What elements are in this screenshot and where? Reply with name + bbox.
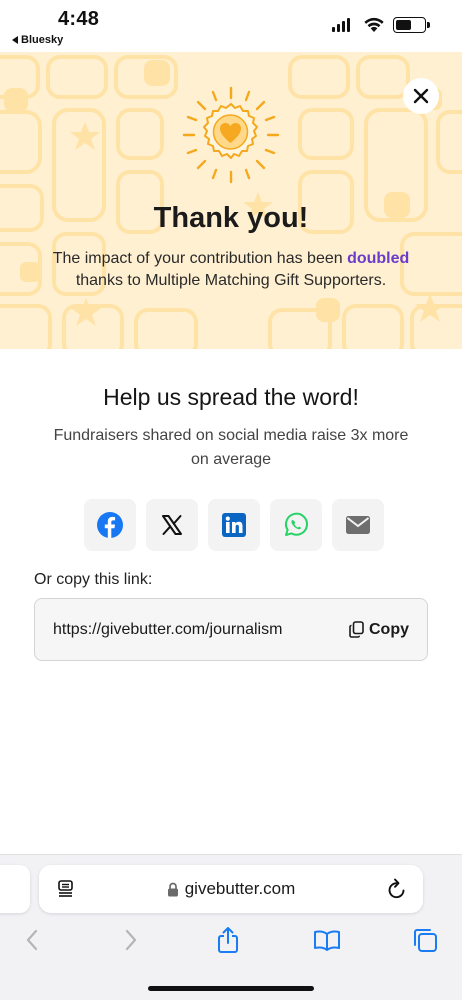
forward-icon bbox=[125, 929, 137, 951]
share-whatsapp-button[interactable] bbox=[270, 499, 322, 551]
facebook-icon bbox=[97, 512, 123, 538]
close-button[interactable] bbox=[403, 78, 439, 114]
home-indicator[interactable] bbox=[148, 986, 314, 991]
bookmarks-icon bbox=[314, 930, 340, 951]
share-email-button[interactable] bbox=[332, 499, 384, 551]
lock-icon bbox=[167, 882, 178, 896]
tabs-icon bbox=[414, 929, 437, 952]
envelope-icon bbox=[346, 516, 370, 534]
impact-highlight: doubled bbox=[347, 250, 410, 267]
tabs-button[interactable] bbox=[410, 925, 440, 955]
share-facebook-button[interactable] bbox=[84, 499, 136, 551]
back-triangle-icon bbox=[12, 36, 18, 44]
previous-tab-preview[interactable] bbox=[0, 865, 30, 913]
copy-link-button[interactable]: Copy bbox=[349, 621, 409, 639]
whatsapp-icon bbox=[285, 512, 308, 536]
impact-message-end: thanks to Multiple Matching Gift Support… bbox=[75, 272, 387, 289]
forward-button[interactable] bbox=[116, 925, 146, 955]
share-link-url: https://givebutter.com/journalism bbox=[53, 620, 283, 638]
reader-icon[interactable] bbox=[57, 879, 75, 897]
status-time: 4:48 bbox=[58, 8, 100, 30]
impact-message-start: The impact of your contribution has been bbox=[52, 250, 348, 267]
share-subtitle: Fundraisers shared on social media raise… bbox=[53, 427, 409, 468]
address-domain: givebutter.com bbox=[167, 879, 296, 899]
browser-toolbar bbox=[0, 925, 462, 959]
reload-icon[interactable] bbox=[387, 878, 407, 900]
browser-bottom-bar: givebutter.com bbox=[0, 854, 462, 1000]
social-share-buttons bbox=[84, 499, 384, 551]
share-x-button[interactable] bbox=[146, 499, 198, 551]
page: 4:48 Bluesky Thank you! The impact of yo… bbox=[0, 0, 462, 1000]
linkedin-icon bbox=[222, 513, 246, 537]
address-bar[interactable]: givebutter.com bbox=[39, 865, 423, 913]
heart-sun-icon bbox=[182, 86, 280, 184]
share-linkedin-button[interactable] bbox=[208, 499, 260, 551]
close-icon bbox=[413, 88, 429, 104]
back-button[interactable] bbox=[17, 925, 47, 955]
impact-message: The impact of your contribution has been… bbox=[50, 248, 412, 292]
share-icon bbox=[218, 927, 238, 953]
page-title: Thank you! bbox=[153, 202, 309, 234]
address-domain-text: givebutter.com bbox=[184, 879, 296, 898]
x-icon bbox=[162, 515, 182, 535]
back-to-app-link[interactable]: Bluesky bbox=[12, 34, 63, 46]
share-link-field[interactable]: https://givebutter.com/journalism Copy bbox=[34, 598, 428, 661]
share-heading: Help us spread the word! bbox=[103, 384, 359, 410]
cellular-signal-icon bbox=[332, 18, 350, 32]
back-icon bbox=[26, 929, 38, 951]
thank-you-banner: Thank you! The impact of your contributi… bbox=[0, 52, 462, 349]
battery-icon bbox=[393, 17, 430, 33]
bookmarks-button[interactable] bbox=[312, 925, 342, 955]
status-bar: 4:48 Bluesky bbox=[0, 0, 462, 52]
copy-icon bbox=[349, 621, 364, 638]
back-app-label: Bluesky bbox=[21, 34, 64, 46]
copy-button-label: Copy bbox=[369, 620, 409, 638]
wifi-icon bbox=[364, 17, 384, 32]
copy-link-label: Or copy this link: bbox=[34, 571, 153, 588]
share-sheet-button[interactable] bbox=[213, 925, 243, 955]
